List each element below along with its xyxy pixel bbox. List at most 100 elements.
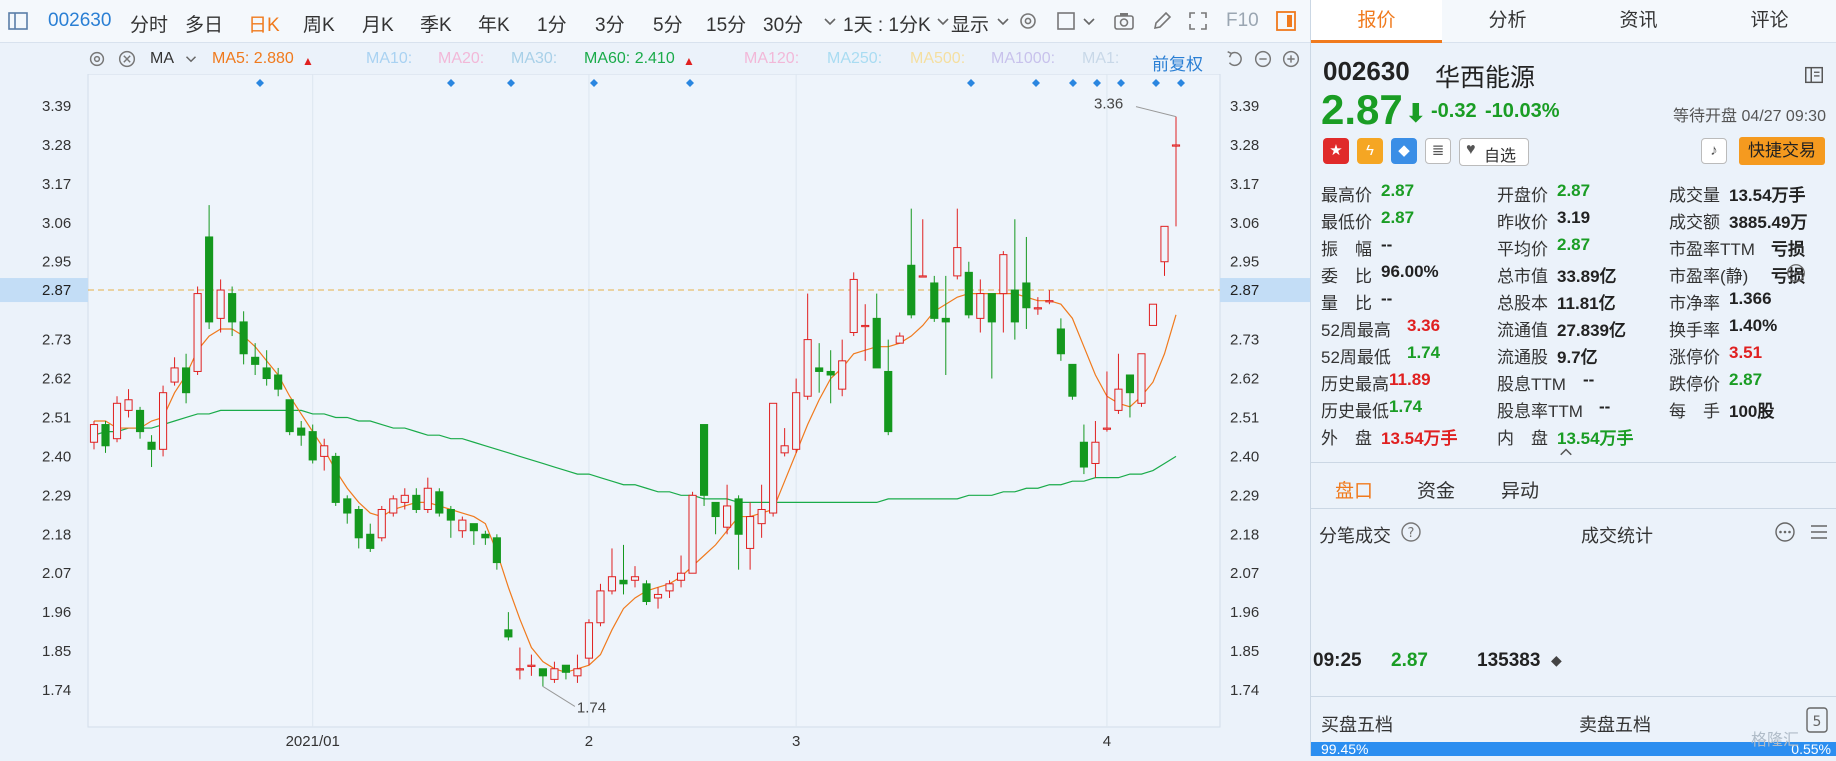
candle-body-up [193,293,202,372]
y-tick-label-left: 3.28 [42,137,71,154]
pencil-icon[interactable] [1150,9,1174,33]
list-icon[interactable] [1807,520,1831,544]
gear-icon[interactable] [86,48,108,70]
period-tab-fenshi[interactable]: 分时 [130,10,168,37]
camera-icon[interactable] [1112,9,1136,33]
candle-body-down [987,293,996,323]
indicator-select[interactable]: MA [150,50,174,68]
y-tick-label-left: 1.85 [42,643,71,660]
chevron-down-icon[interactable] [1077,9,1101,33]
more-icon[interactable] [1785,262,1807,284]
quick-trade-button[interactable]: 快捷交易 [1739,137,1825,165]
tick-stats-label: 成交统计 [1581,522,1653,548]
period-tab-1min[interactable]: 1分 [537,10,567,37]
lightning-icon[interactable]: ϟ [1357,138,1383,164]
candle-body-down [815,367,824,372]
more-icon[interactable] [1773,520,1797,544]
chevron-up-icon[interactable] [1557,444,1575,458]
zoom-out-icon[interactable] [1252,48,1274,70]
candle-body-up [630,576,640,581]
tick-diamond-icon: ◆ [1551,652,1562,668]
interval-select[interactable]: 1天 : 1分K [843,10,931,37]
heart-icon: ♥ [1466,141,1476,158]
candle-body-up [158,392,168,450]
chevron-down-icon[interactable] [182,50,200,68]
quote-label: 历史最高 [1321,375,1389,394]
ma1000-label: MA1000: [991,50,1056,67]
zoom-in-icon[interactable] [1280,48,1302,70]
period-tab-5min[interactable]: 5分 [653,10,683,37]
quote-label: 跌停价 [1669,375,1720,394]
tick-stats[interactable]: 统计 [1617,526,1653,546]
layout-square-icon[interactable] [1054,9,1078,33]
y-tick-label-right: 2.95 [1230,254,1259,271]
display-menu[interactable]: 显示 [951,10,989,37]
bell-icon[interactable]: ♪ [1701,138,1727,164]
period-tab-30min[interactable]: 30分 [763,10,803,37]
candle-body-up [861,324,870,328]
ma250-label: MA250: [827,50,883,67]
quote-label: 平均价 [1497,240,1548,259]
close-icon[interactable] [116,48,138,70]
tab-quote[interactable]: 报价 [1311,0,1442,43]
y-tick-label-left: 2.95 [42,254,71,271]
y-tick-label-right: 2.07 [1230,565,1259,582]
candle-body-down [343,498,352,514]
candle-body-down [135,409,145,433]
f10-button[interactable]: F10 [1226,10,1259,32]
number-badge-icon[interactable]: 5 [1805,706,1829,734]
candle-body-up [746,516,755,549]
panel-toggle-icon[interactable] [1274,9,1298,33]
period-tab-weekly[interactable]: 周K [303,10,335,37]
period-tab-daily[interactable]: 日K [248,10,280,37]
candle-body-up [1091,441,1100,464]
candle-body-up [1148,303,1158,326]
period-tab-multiday[interactable]: 多日 [185,10,223,37]
y-tick-label-left: 3.17 [42,176,71,193]
period-tab-quarterly[interactable]: 季K [420,10,452,37]
ma60-label: MA60: 2.410 [584,50,675,67]
sidebar-toggle-icon[interactable] [6,9,30,33]
quote-value: 33.89亿 [1557,267,1617,286]
panel-layout-icon[interactable] [1803,64,1825,86]
subtab-funds[interactable]: 资金 [1417,476,1455,503]
panel-tabs: 报价 分析 资讯 评论 [1311,0,1836,43]
quote-value: 1.74 [1407,343,1441,362]
kline-chart-svg[interactable]: 2021/01 2 3 4 3.39 3.39 3.28 3.28 3.17 3.17 3.06 3.… [0,73,1310,756]
help-icon[interactable]: ? [1399,520,1423,544]
kline-chart[interactable]: 2021/01 2 3 4 3.39 3.39 3.28 3.28 3.17 3.17 3.06 3.… [0,73,1310,756]
y-tick-label-right: 3.06 [1230,215,1259,232]
candle-body-up [89,424,99,443]
quote-value: 27.839亿 [1557,321,1626,340]
period-tab-yearly[interactable]: 年K [478,10,510,37]
notes-icon[interactable]: ≣ [1425,138,1451,164]
chevron-down-icon[interactable] [818,9,842,33]
quote-value: 100股 [1729,402,1775,421]
period-tab-3min[interactable]: 3分 [595,10,625,37]
adjust-mode-button[interactable]: 前复权 [1152,50,1203,75]
fullscreen-icon[interactable] [1186,9,1210,33]
subtab-alerts[interactable]: 异动 [1501,476,1539,503]
chevron-down-icon[interactable] [991,9,1015,33]
candle-body-up [607,576,617,592]
last-price: 2.87 [1321,86,1403,133]
plot-area [87,73,1221,728]
tab-comments[interactable]: 评论 [1704,0,1835,42]
gear-icon[interactable] [1016,9,1040,33]
quote-value: 3.51 [1729,343,1763,362]
chart-toolbar: 002630 分时 多日 日K 周K 月K 季K 年K 1分 3分 5分 15分… [0,0,1310,43]
period-tab-15min[interactable]: 15分 [706,10,746,37]
tab-analysis[interactable]: 分析 [1442,0,1573,42]
undo-icon[interactable] [1224,48,1246,70]
period-tab-monthly[interactable]: 月K [362,10,394,37]
tab-news[interactable]: 资讯 [1573,0,1704,42]
subtab-book[interactable]: 盘口 [1335,476,1373,503]
candle-body-down [469,523,478,532]
add-watchlist-button[interactable]: ♥ 自选 [1459,138,1529,166]
candle-body-up [400,494,409,503]
candle-body-up [976,293,985,319]
tag-icon[interactable]: ◆ [1391,138,1417,164]
y-tick-label-right: 3.17 [1230,176,1259,193]
market-status: 等待开盘 04/27 09:30 [1673,108,1826,125]
quote-value: 2.87 [1729,370,1763,389]
